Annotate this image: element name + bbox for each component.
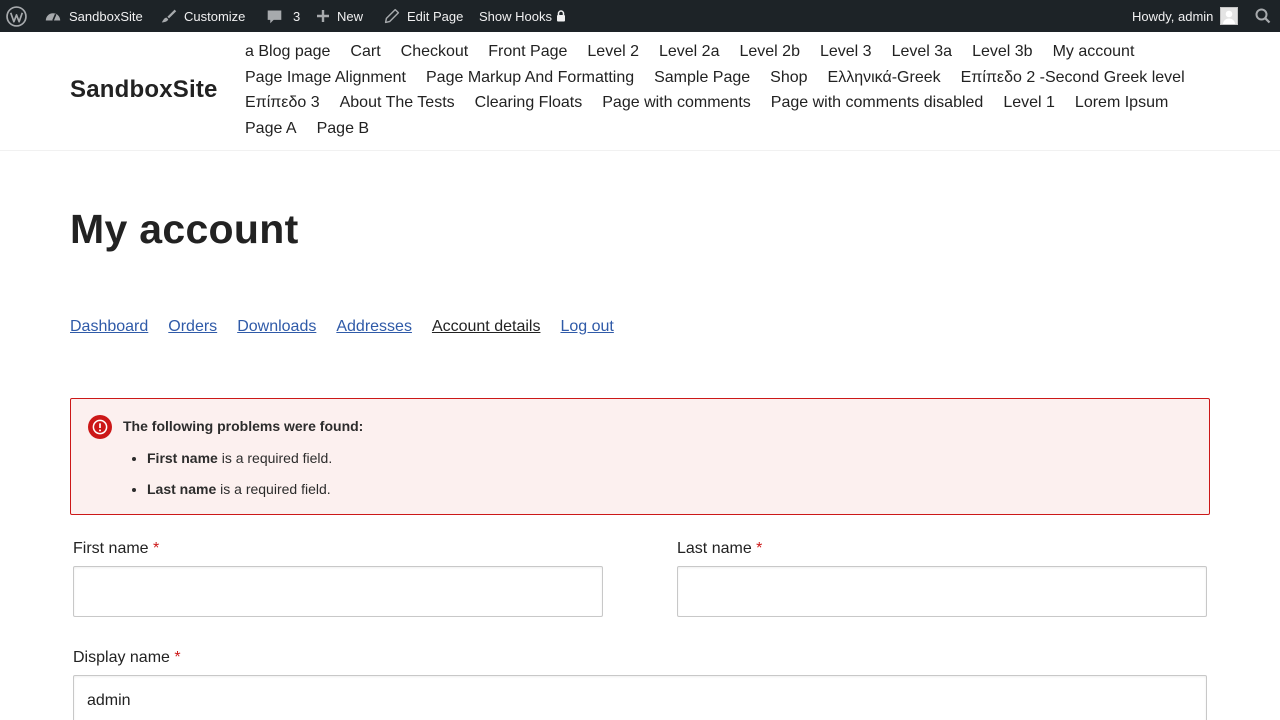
nav-item[interactable]: My account [1043, 39, 1145, 65]
site-title[interactable]: SandboxSite [70, 76, 218, 104]
first-name-label: First name * [73, 540, 159, 558]
site-name-label: SandboxSite [69, 8, 143, 24]
nav-item[interactable]: Clearing Floats [465, 90, 593, 116]
howdy-label: Howdy, admin [1132, 8, 1214, 24]
nav-item[interactable]: Front Page [478, 39, 577, 65]
dashboard-icon [44, 7, 62, 25]
error-message: is a required field. [216, 481, 331, 497]
nav-item[interactable]: Level 1 [993, 90, 1065, 116]
account-nav-orders[interactable]: Orders [168, 318, 217, 336]
nav-item[interactable]: Page Image Alignment [235, 65, 416, 91]
new-content-menu[interactable]: New [316, 0, 363, 32]
account-nav-log-out[interactable]: Log out [560, 318, 613, 336]
brush-icon [161, 8, 177, 24]
nav-item[interactable]: Cart [340, 39, 390, 65]
nav-item[interactable]: Shop [760, 65, 817, 91]
required-mark: * [153, 540, 160, 557]
notice-title: The following problems were found: [123, 418, 364, 434]
nav-item[interactable]: Page A [235, 116, 307, 142]
nav-item[interactable]: Checkout [391, 39, 479, 65]
nav-item[interactable]: Level 2 [577, 39, 649, 65]
nav-item[interactable]: Level 2a [649, 39, 730, 65]
first-name-label-text: First name [73, 540, 149, 557]
account-nav-addresses[interactable]: Addresses [336, 318, 412, 336]
account-nav-dashboard[interactable]: Dashboard [70, 318, 148, 336]
last-name-label: Last name * [677, 540, 762, 558]
error-field-name: First name [147, 450, 218, 466]
error-message: is a required field. [217, 450, 333, 466]
display-name-field[interactable] [73, 675, 1207, 720]
primary-navigation: a Blog page Cart Checkout Front Page Level 2… [235, 39, 1225, 142]
site-header: SandboxSite a Blog page Cart Checkout Front… [0, 32, 1280, 151]
nav-item[interactable]: About The Tests [330, 90, 465, 116]
edit-page-link[interactable]: Edit Page [384, 0, 463, 32]
nav-item[interactable]: Επίπεδο 3 [235, 90, 330, 116]
lock-icon [556, 10, 566, 22]
new-label: New [337, 8, 364, 24]
customize-link[interactable]: Customize [161, 0, 245, 32]
search-icon [1255, 8, 1271, 24]
account-nav-account-details[interactable]: Account details [432, 318, 541, 336]
nav-item[interactable]: Sample Page [644, 65, 760, 91]
nav-item[interactable]: Level 3 [810, 39, 882, 65]
nav-item[interactable]: Lorem Ipsum [1065, 90, 1178, 116]
error-field-name: Last name [147, 481, 217, 497]
required-mark: * [756, 540, 763, 557]
nav-item[interactable]: a Blog page [235, 39, 340, 65]
admin-bar: SandboxSite Customize 3 New Edit Page Sh… [0, 0, 1280, 32]
display-name-label-text: Display name [73, 649, 170, 666]
account-nav-downloads[interactable]: Downloads [237, 318, 316, 336]
show-hooks-link[interactable]: Show Hooks [479, 0, 566, 32]
nav-item[interactable]: Page with comments [592, 90, 761, 116]
nav-item[interactable]: Ελληνικά-Greek [818, 65, 951, 91]
nav-item[interactable]: Page B [307, 116, 379, 142]
page-title: My account [70, 206, 299, 252]
pencil-icon [384, 8, 400, 24]
display-name-label: Display name * [73, 649, 181, 667]
plus-icon [316, 9, 330, 23]
my-account-menu[interactable]: Howdy, admin [1132, 0, 1239, 32]
comment-icon [266, 8, 283, 25]
admin-search-button[interactable] [1255, 0, 1271, 32]
last-name-field[interactable] [677, 566, 1207, 617]
account-navigation: Dashboard Orders Downloads Addresses Account… [70, 318, 614, 336]
wordpress-icon [6, 5, 27, 27]
comments-count: 3 [293, 8, 301, 24]
last-name-label-text: Last name [677, 540, 752, 557]
required-mark: * [174, 649, 181, 666]
comments-link[interactable]: 3 [266, 0, 300, 32]
error-item: Last name is a required field. [147, 480, 332, 498]
nav-item[interactable]: Level 3a [882, 39, 963, 65]
nav-item[interactable]: Page Markup And Formatting [416, 65, 644, 91]
nav-item[interactable]: Level 2b [729, 39, 810, 65]
edit-page-label: Edit Page [407, 8, 464, 24]
wordpress-logo-button[interactable] [6, 0, 27, 32]
site-name-menu[interactable]: SandboxSite [44, 0, 143, 32]
show-hooks-label: Show Hooks [479, 8, 552, 24]
avatar [1220, 7, 1239, 25]
nav-item[interactable]: Επίπεδο 2 -Second Greek level [951, 65, 1195, 91]
error-list: First name is a required field.Last name… [147, 449, 332, 511]
error-notice: The following problems were found: First… [70, 398, 1210, 515]
first-name-field[interactable] [73, 566, 603, 617]
error-item: First name is a required field. [147, 449, 332, 467]
nav-item[interactable]: Level 3b [962, 39, 1043, 65]
customize-label: Customize [184, 8, 246, 24]
nav-item[interactable]: Page with comments disabled [761, 90, 994, 116]
error-icon [88, 415, 112, 439]
